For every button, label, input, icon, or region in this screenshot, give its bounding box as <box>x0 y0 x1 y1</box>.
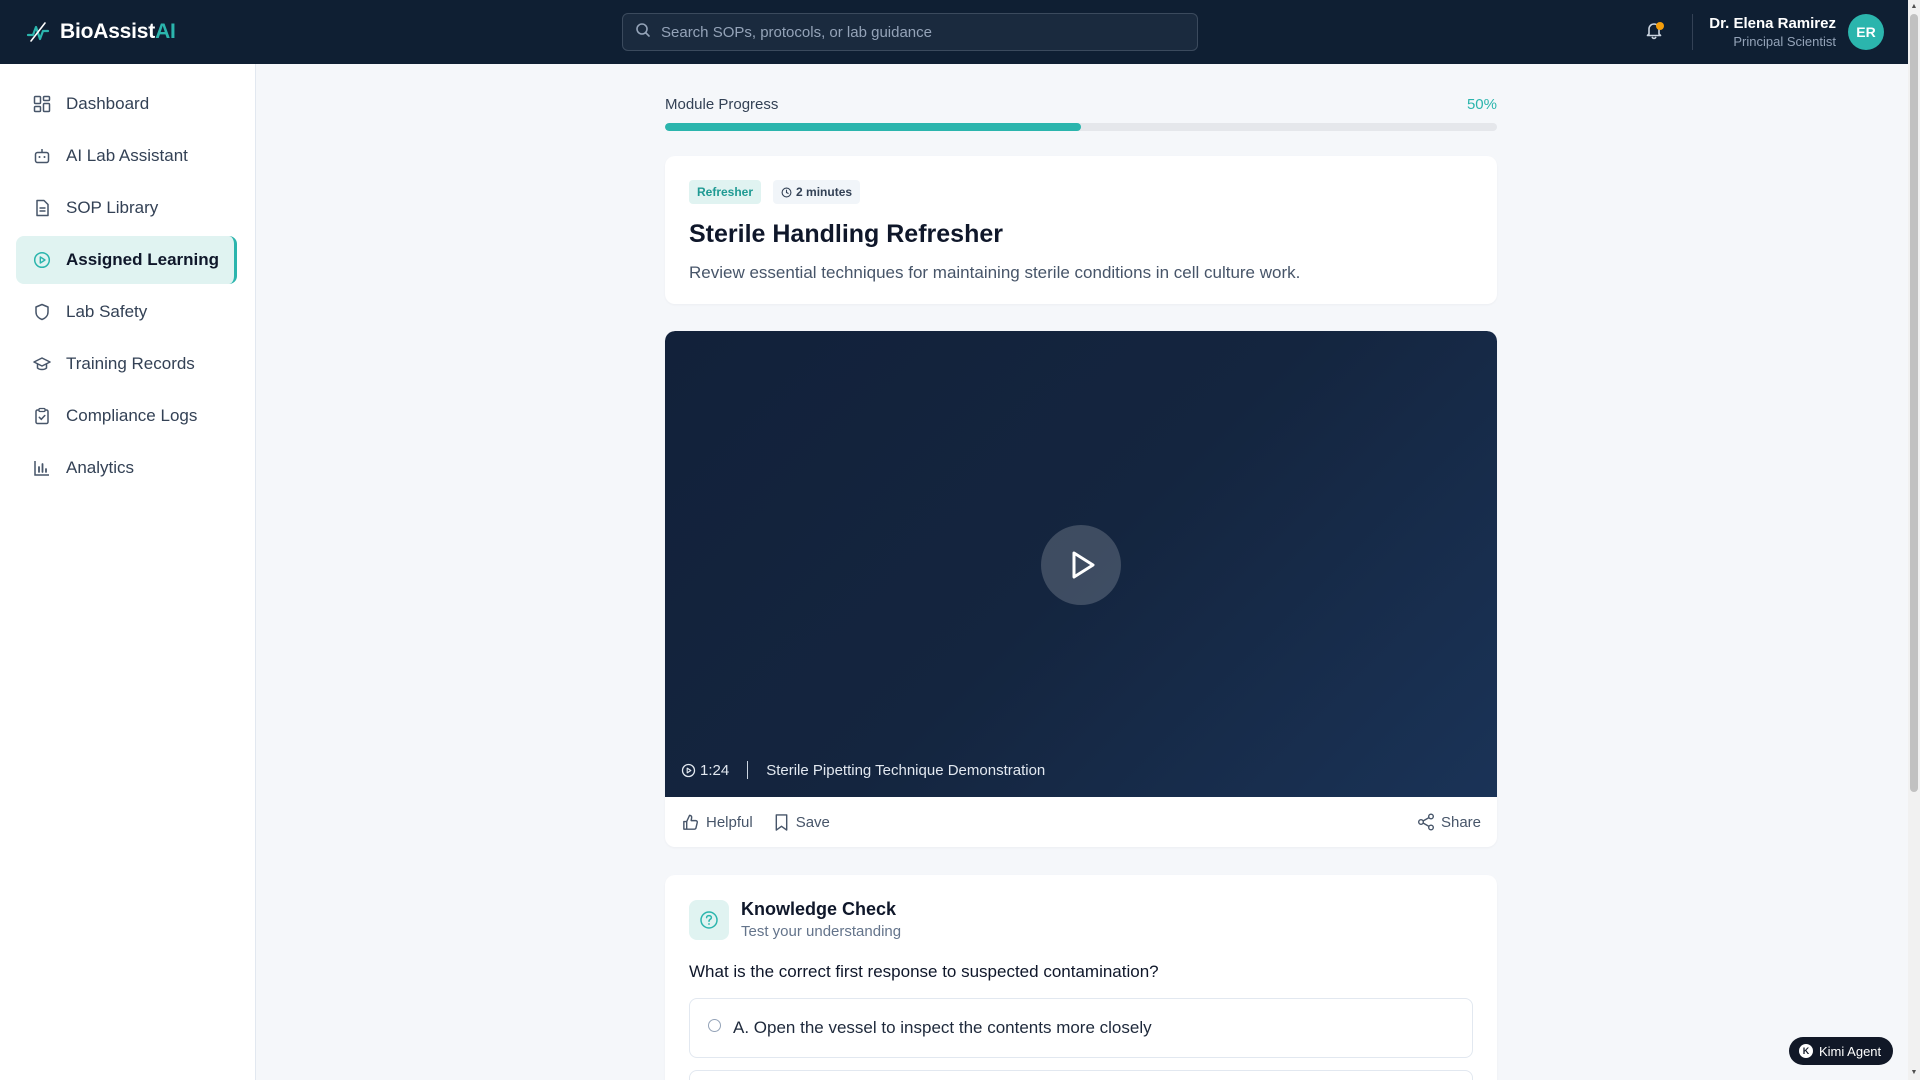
sidebar-item-analytics[interactable]: Analytics <box>16 444 239 492</box>
sidebar-item-ai-lab-assistant[interactable]: AI Lab Assistant <box>16 132 239 180</box>
clock-icon <box>781 187 792 197</box>
scrollbar-thumb[interactable] <box>1910 14 1918 792</box>
sidebar-item-compliance-logs[interactable]: Compliance Logs <box>16 392 239 440</box>
play-icon <box>1072 551 1095 579</box>
video-player[interactable]: 1:24 Sterile Pipetting Technique Demonst… <box>665 331 1497 797</box>
scroll-up-icon[interactable]: ▲ <box>1910 2 1918 12</box>
sidebar-item-label: Dashboard <box>66 94 150 113</box>
bar-chart-icon <box>32 458 52 478</box>
scroll-down-icon[interactable]: ▼ <box>1910 1068 1918 1078</box>
video-card: 1:24 Sterile Pipetting Technique Demonst… <box>665 331 1497 847</box>
save-button[interactable]: Save <box>773 813 830 832</box>
module-title: Sterile Handling Refresher <box>689 220 1003 248</box>
quiz-question: What is the correct first response to su… <box>689 962 1159 981</box>
bookmark-icon <box>775 813 788 831</box>
main-content: Module Progress 50% Refresher 2 minutes … <box>256 64 1908 1080</box>
clipboard-check-icon <box>32 406 52 426</box>
help-circle-icon <box>689 899 729 940</box>
progress-label: Module Progress <box>665 96 779 113</box>
notifications-button[interactable] <box>1634 12 1674 52</box>
progress-fill <box>665 123 1081 131</box>
module-progress: Module Progress 50% <box>665 96 1497 136</box>
logo-icon <box>24 18 52 46</box>
thumbs-up-icon <box>683 814 699 830</box>
quiz-subtitle: Test your understanding <box>741 923 902 940</box>
play-circle-icon <box>681 763 696 777</box>
avatar[interactable]: ER <box>1848 14 1884 50</box>
answer-option[interactable] <box>689 1070 1473 1080</box>
share-label: Share <box>1440 813 1481 831</box>
user-role: Principal Scientist <box>1733 34 1836 49</box>
helpful-button[interactable]: Helpful <box>681 813 753 832</box>
divider <box>1692 14 1694 50</box>
play-circle-icon <box>32 250 52 270</box>
progress-percent: 50% <box>1466 96 1497 113</box>
scrollbar[interactable]: ▲ ▼ <box>1908 0 1920 1080</box>
sidebar-item-label: SOP Library <box>66 198 159 217</box>
module-info-card: Refresher 2 minutes Sterile Handling Ref… <box>665 156 1497 304</box>
user-info[interactable]: Dr. Elena Ramirez Principal Scientist <box>1709 15 1836 49</box>
bot-icon <box>32 146 52 166</box>
sidebar-item-assigned-learning[interactable]: Assigned Learning <box>16 236 237 284</box>
graduation-cap-icon <box>32 354 52 374</box>
sidebar-item-label: Assigned Learning <box>66 250 220 269</box>
video-actions: Helpful Save Share <box>665 797 1497 847</box>
module-tag-badge: Refresher <box>689 180 762 204</box>
duration-badge: 2 minutes <box>773 180 861 204</box>
sidebar-item-label: Compliance Logs <box>66 406 198 425</box>
play-button[interactable] <box>1041 525 1121 605</box>
sidebar-item-label: Analytics <box>66 458 135 477</box>
document-icon <box>32 198 52 218</box>
top-bar: BioAssistAI Dr. Elena Ramirez Principal … <box>0 0 1908 64</box>
sidebar-item-dashboard[interactable]: Dashboard <box>16 80 239 128</box>
sidebar-item-label: Training Records <box>66 354 195 373</box>
share-button[interactable]: Share <box>1417 813 1481 831</box>
sidebar-item-label: AI Lab Assistant <box>66 146 188 165</box>
brand[interactable]: BioAssistAI <box>24 18 622 46</box>
radio-button[interactable] <box>708 1018 721 1032</box>
agent-badge: K <box>1799 1044 1813 1058</box>
agent-button[interactable]: K Kimi Agent <box>1789 1037 1894 1065</box>
dashboard-icon <box>32 94 52 114</box>
divider <box>747 761 749 779</box>
agent-label: Kimi Agent <box>1819 1043 1882 1059</box>
sidebar-item-training-records[interactable]: Training Records <box>16 340 239 388</box>
shield-icon <box>32 302 52 322</box>
sidebar: Dashboard AI Lab Assistant SOP Library A… <box>0 64 256 1080</box>
search-icon <box>635 22 651 43</box>
sidebar-item-lab-safety[interactable]: Lab Safety <box>16 288 239 336</box>
module-description: Review essential techniques for maintain… <box>689 263 1301 282</box>
progress-bar <box>665 123 1497 131</box>
quiz-title: Knowledge Check <box>741 899 897 919</box>
video-duration: 1:24 <box>700 761 730 779</box>
search-box[interactable] <box>622 13 1198 51</box>
save-label: Save <box>795 813 830 831</box>
video-caption: Sterile Pipetting Technique Demonstratio… <box>766 761 1046 779</box>
user-name: Dr. Elena Ramirez <box>1709 15 1836 32</box>
sidebar-item-label: Lab Safety <box>66 302 148 321</box>
knowledge-check-card: Knowledge Check Test your understanding … <box>665 875 1497 1080</box>
brand-name: BioAssistAI <box>60 20 176 43</box>
search-input[interactable] <box>661 23 1161 41</box>
duration-text: 2 minutes <box>796 185 853 199</box>
sidebar-item-sop-library[interactable]: SOP Library <box>16 184 239 232</box>
helpful-label: Helpful <box>706 813 753 831</box>
answer-option[interactable]: A. Open the vessel to inspect the conten… <box>689 998 1473 1058</box>
video-meta: 1:24 Sterile Pipetting Technique Demonst… <box>681 761 1045 779</box>
answer-option-label: A. Open the vessel to inspect the conten… <box>733 1018 1152 1037</box>
share-icon <box>1417 813 1434 831</box>
